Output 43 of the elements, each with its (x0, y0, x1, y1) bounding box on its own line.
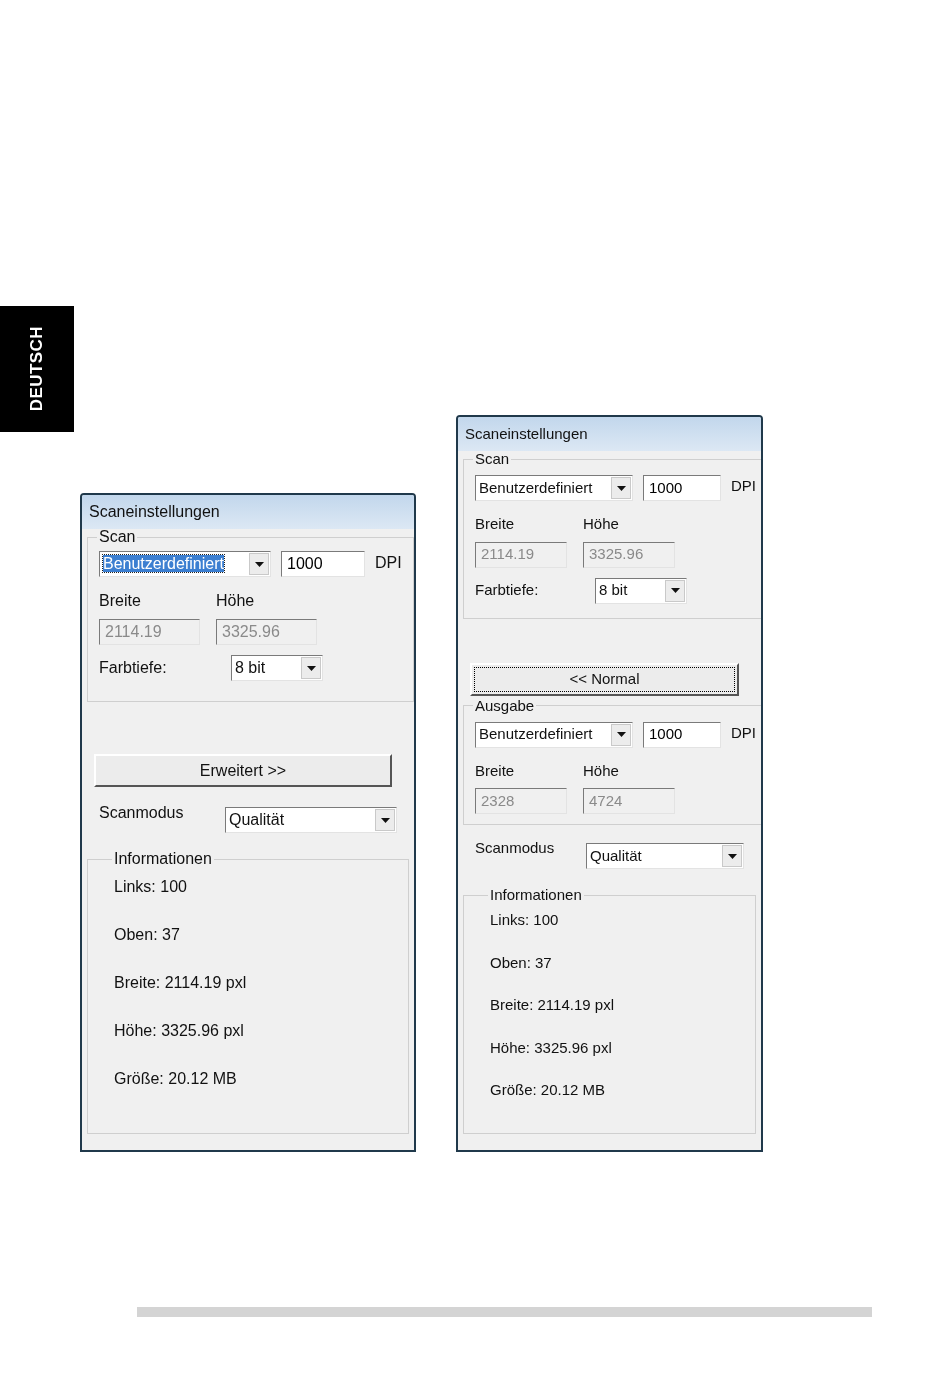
field-label: Breite (475, 514, 516, 534)
window-title: Scaneinstellungen (465, 423, 588, 444)
group-label: Scan (474, 451, 511, 467)
info-line: Breite: 2114.19 pxl (490, 995, 615, 1015)
field-label: Höhe (216, 591, 256, 611)
dropdown[interactable]: Qualität (586, 843, 744, 869)
field-label: Farbtiefe: (475, 580, 540, 601)
dropdown[interactable]: 8 bit (595, 577, 687, 604)
field-label: Scanmodus (99, 803, 185, 823)
info-line: Größe: 20.12 MB (114, 1069, 238, 1089)
input-field[interactable]: 1000 (643, 721, 721, 748)
group-label: Ausgabe (474, 697, 536, 714)
group-label: Informationen (489, 887, 583, 903)
dropdown[interactable]: Qualität (225, 807, 397, 833)
field-label: Höhe (583, 760, 620, 781)
side-tab-label: DEUTSCH (26, 326, 48, 412)
field-label: DPI (731, 722, 756, 743)
field-label: Breite (99, 591, 142, 611)
dropdown[interactable]: Benutzerdefiniert (475, 721, 633, 748)
field-label: Breite (475, 760, 516, 781)
group-label: Informationen (113, 851, 213, 867)
toggle-button[interactable]: << Normal (470, 662, 739, 696)
group-label: Scan (98, 529, 137, 545)
field-label: DPI (731, 476, 756, 496)
info-line: Breite: 2114.19 pxl (114, 973, 248, 993)
info-line: Höhe: 3325.96 pxl (114, 1021, 245, 1041)
toggle-button[interactable]: Erweitert >> (94, 754, 392, 787)
info-line: Links: 100 (490, 910, 560, 930)
dropdown[interactable]: Benutzerdefiniert (99, 551, 271, 577)
field-label: DPI (375, 553, 402, 573)
field-label: Scanmodus (475, 838, 556, 858)
info-line: Oben: 37 (490, 952, 553, 973)
window-title: Scaneinstellungen (89, 502, 220, 522)
input-field[interactable]: 1000 (281, 551, 365, 577)
info-line: Höhe: 3325.96 pxl (490, 1037, 613, 1058)
field-label: Höhe (583, 514, 620, 534)
input-field[interactable]: 1000 (643, 475, 721, 501)
info-line: Oben: 37 (114, 925, 181, 945)
dropdown[interactable]: Benutzerdefiniert (475, 475, 633, 501)
dropdown[interactable]: 8 bit (231, 655, 323, 681)
field-label: Farbtiefe: (99, 658, 168, 678)
info-line: Links: 100 (114, 877, 188, 897)
info-line: Größe: 20.12 MB (490, 1080, 607, 1100)
